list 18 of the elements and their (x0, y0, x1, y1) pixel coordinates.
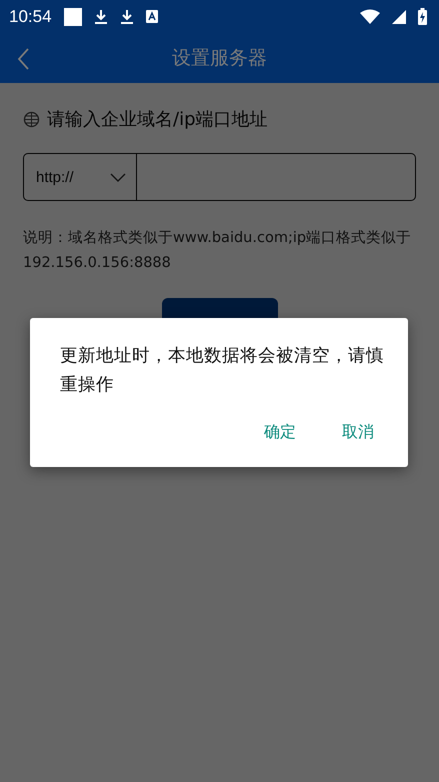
status-time: 10:54 (9, 6, 52, 26)
wifi-icon (360, 9, 380, 24)
signal-icon (392, 10, 406, 24)
battery-icon (418, 8, 427, 25)
app-notification-icon (146, 10, 158, 23)
globe-icon (23, 110, 40, 128)
chevron-down-icon (110, 172, 126, 182)
field-label: 请输入企业域名/ip端口地址 (47, 108, 268, 131)
dialog-message: 更新地址时，本地数据将会被清空，请慎重操作 (60, 345, 384, 397)
address-input[interactable] (137, 153, 416, 201)
page-title: 设置服务器 (171, 46, 268, 71)
download-icon (120, 8, 134, 24)
square-icon (64, 8, 82, 26)
cancel-button[interactable]: 取消 (332, 416, 384, 449)
confirm-button[interactable]: 确定 (254, 416, 306, 449)
format-hint: 说明：域名格式类似于www.baidu.com;ip端口格式类似于192.156.0.156:8888 (23, 229, 412, 273)
protocol-dropdown[interactable]: http:// (23, 153, 137, 201)
download-icon (94, 8, 108, 24)
